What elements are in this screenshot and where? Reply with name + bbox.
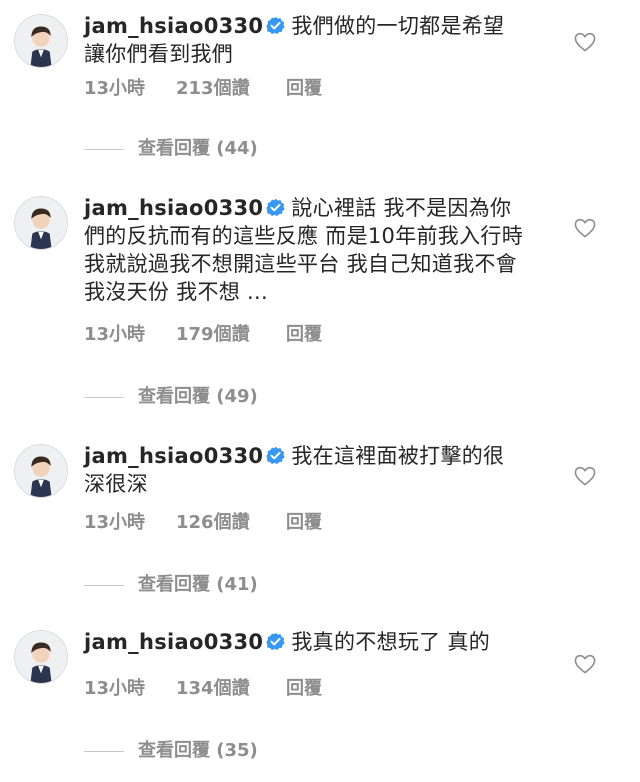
view-replies-button[interactable]: 查看回覆 (44) — [84, 134, 258, 160]
reply-button[interactable]: 回覆 — [286, 508, 322, 534]
view-replies-button[interactable]: 查看回覆 (35) — [84, 736, 258, 762]
avatar[interactable] — [14, 444, 68, 498]
avatar-image — [15, 445, 67, 497]
avatar[interactable] — [14, 14, 68, 68]
username[interactable]: jam_hsiao0330 — [84, 630, 263, 654]
divider-line — [84, 750, 124, 752]
timestamp: 13小時 — [84, 78, 146, 99]
verified-badge-icon — [266, 16, 285, 35]
like-heart-icon[interactable] — [574, 466, 596, 486]
timestamp: 13小時 — [84, 512, 146, 533]
divider-line — [84, 396, 124, 398]
like-heart-icon[interactable] — [574, 654, 596, 674]
comment-meta: 13小時 213個讚 回覆 — [84, 74, 322, 100]
username[interactable]: jam_hsiao0330 — [84, 14, 263, 38]
view-replies-label: 查看回覆 (35) — [138, 740, 258, 761]
comment-meta: 13小時 126個讚 回覆 — [84, 508, 322, 534]
verified-badge-icon — [266, 446, 285, 465]
like-count[interactable]: 213個讚 — [176, 74, 286, 100]
timestamp: 13小時 — [84, 678, 146, 699]
avatar[interactable] — [14, 630, 68, 684]
avatar[interactable] — [14, 196, 68, 250]
comment-meta: 13小時 179個讚 回覆 — [84, 320, 322, 346]
reply-button[interactable]: 回覆 — [286, 74, 322, 100]
username[interactable]: jam_hsiao0330 — [84, 196, 263, 220]
view-replies-button[interactable]: 查看回覆 (41) — [84, 570, 258, 596]
like-heart-icon[interactable] — [574, 32, 596, 52]
verified-badge-icon — [266, 632, 285, 651]
view-replies-label: 查看回覆 (41) — [138, 574, 258, 595]
like-count[interactable]: 126個讚 — [176, 508, 286, 534]
like-heart-icon[interactable] — [574, 218, 596, 238]
divider-line — [84, 584, 124, 586]
like-count[interactable]: 179個讚 — [176, 320, 286, 346]
verified-badge-icon — [266, 198, 285, 217]
reply-button[interactable]: 回覆 — [286, 320, 322, 346]
comment-meta: 13小時 134個讚 回覆 — [84, 674, 322, 700]
avatar-image — [15, 631, 67, 683]
comment-text: 我真的不想玩了 真的 — [291, 630, 491, 654]
username[interactable]: jam_hsiao0330 — [84, 444, 263, 468]
avatar-image — [15, 197, 67, 249]
view-replies-button[interactable]: 查看回覆 (49) — [84, 382, 258, 408]
view-replies-label: 查看回覆 (44) — [138, 138, 258, 159]
view-replies-label: 查看回覆 (49) — [138, 386, 258, 407]
reply-button[interactable]: 回覆 — [286, 674, 322, 700]
timestamp: 13小時 — [84, 324, 146, 345]
avatar-image — [15, 15, 67, 67]
like-count[interactable]: 134個讚 — [176, 674, 286, 700]
divider-line — [84, 148, 124, 150]
